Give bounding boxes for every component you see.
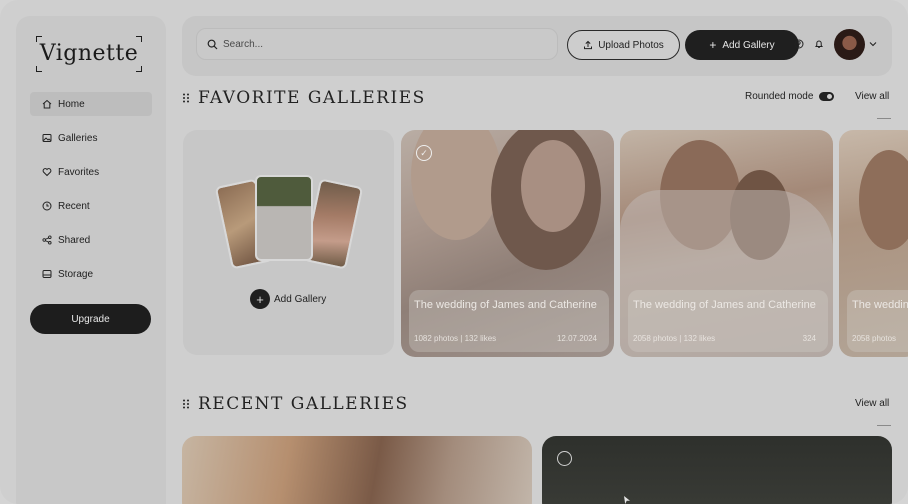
gallery-card-caption: The wedding of James and Catherine 1082 … — [409, 290, 609, 352]
photo-subject — [859, 150, 908, 250]
sidebar-item-label: Home — [58, 98, 85, 110]
sidebar-item-favorites[interactable]: Favorites — [30, 160, 152, 184]
gallery-meta: 2058 photos — [852, 334, 897, 343]
rounded-mode-label: Rounded mode — [745, 91, 814, 102]
favorites-header: FAVORITE GALLERIES — [182, 88, 426, 108]
gallery-title: The wedding of James and Catherine — [414, 299, 597, 311]
rounded-mode-control[interactable]: Rounded mode — [745, 91, 835, 102]
favorites-title: FAVORITE GALLERIES — [198, 88, 426, 108]
logo-corner — [136, 66, 142, 72]
rounded-mode-toggle[interactable] — [819, 92, 835, 101]
sidebar-item-label: Recent — [58, 200, 90, 212]
gallery-meta: 2058 photos | 132 likes — [633, 334, 716, 343]
storage-icon — [42, 270, 52, 278]
preview-thumbnail — [255, 175, 313, 261]
home-icon — [42, 99, 52, 109]
logo-text: Vignette — [39, 41, 139, 66]
select-check-icon[interactable]: ✓ — [416, 145, 432, 161]
top-bar: Upload Photos + Add Gallery — [182, 16, 892, 76]
plus-icon: + — [250, 289, 270, 309]
recent-title: RECENT GALLERIES — [198, 394, 409, 414]
image-icon — [42, 134, 52, 142]
logo-corner — [36, 66, 42, 72]
upgrade-button[interactable]: Upgrade — [30, 304, 151, 334]
drag-handle-icon[interactable] — [182, 93, 190, 103]
search-input[interactable] — [223, 38, 523, 50]
add-gallery-card[interactable]: + Add Gallery — [183, 130, 394, 355]
scroll-indicator — [877, 425, 891, 426]
recent-view-all-link[interactable]: View all — [855, 398, 889, 409]
gallery-title: The wedding — [852, 299, 908, 311]
sidebar-item-galleries[interactable]: Galleries — [30, 126, 152, 150]
search-box[interactable] — [196, 28, 558, 60]
sidebar-item-home[interactable]: Home — [30, 92, 152, 116]
gallery-card[interactable]: The wedding 2058 photos — [839, 130, 908, 357]
help-icon[interactable] — [794, 39, 804, 49]
recent-gallery-card[interactable] — [182, 436, 532, 504]
sidebar-item-label: Storage — [58, 268, 94, 280]
sidebar-nav: Home Galleries Favorites Recent Shared S… — [30, 92, 152, 296]
sidebar-item-recent[interactable]: Recent — [30, 194, 152, 218]
upload-icon — [584, 40, 593, 50]
gallery-card-caption: The wedding of James and Catherine 2058 … — [628, 290, 828, 352]
app-window: Vignette Home Galleries Favorites Recent — [0, 0, 908, 504]
clock-icon — [42, 201, 52, 211]
recent-gallery-card[interactable] — [542, 436, 892, 504]
chevron-down-icon[interactable] — [869, 40, 877, 48]
logo[interactable]: Vignette — [36, 36, 142, 72]
gallery-card[interactable]: ✓ The wedding of James and Catherine 108… — [401, 130, 614, 357]
sidebar: Vignette Home Galleries Favorites Recent — [16, 16, 166, 504]
upload-photos-button[interactable]: Upload Photos — [567, 30, 680, 60]
share-icon — [42, 235, 52, 245]
favorites-view-all-link[interactable]: View all — [855, 91, 889, 102]
photo-subject — [521, 140, 585, 232]
plus-icon: + — [709, 38, 717, 52]
heart-icon — [42, 168, 52, 177]
sidebar-item-label: Galleries — [58, 132, 98, 144]
sidebar-item-label: Favorites — [58, 166, 100, 178]
gallery-title: The wedding of James and Catherine — [633, 299, 816, 311]
drag-handle-icon[interactable] — [182, 399, 190, 409]
recent-header: RECENT GALLERIES — [182, 394, 409, 414]
gallery-card[interactable]: The wedding of James and Catherine 2058 … — [620, 130, 833, 357]
gallery-date: 12.07.2024 — [556, 334, 597, 343]
sidebar-item-label: Shared — [58, 234, 91, 246]
add-gallery-card-button[interactable]: + Add Gallery — [250, 289, 326, 309]
add-gallery-button[interactable]: + Add Gallery — [685, 30, 799, 60]
notification-bell-icon[interactable] — [814, 39, 824, 49]
upload-photos-label: Upload Photos — [598, 39, 664, 51]
sidebar-item-shared[interactable]: Shared — [30, 228, 152, 252]
gallery-card-caption: The wedding 2058 photos — [847, 290, 908, 352]
sidebar-item-storage[interactable]: Storage — [30, 262, 152, 286]
mouse-cursor-icon — [624, 496, 630, 504]
select-circle-icon[interactable] — [557, 451, 572, 466]
gallery-meta: 1082 photos | 132 likes — [414, 334, 497, 343]
scroll-indicator — [877, 118, 891, 119]
add-gallery-label: Add Gallery — [722, 39, 775, 51]
search-icon — [207, 39, 218, 49]
add-gallery-card-label: Add Gallery — [274, 293, 327, 305]
gallery-date: 324 — [802, 334, 816, 343]
avatar[interactable] — [834, 29, 865, 60]
